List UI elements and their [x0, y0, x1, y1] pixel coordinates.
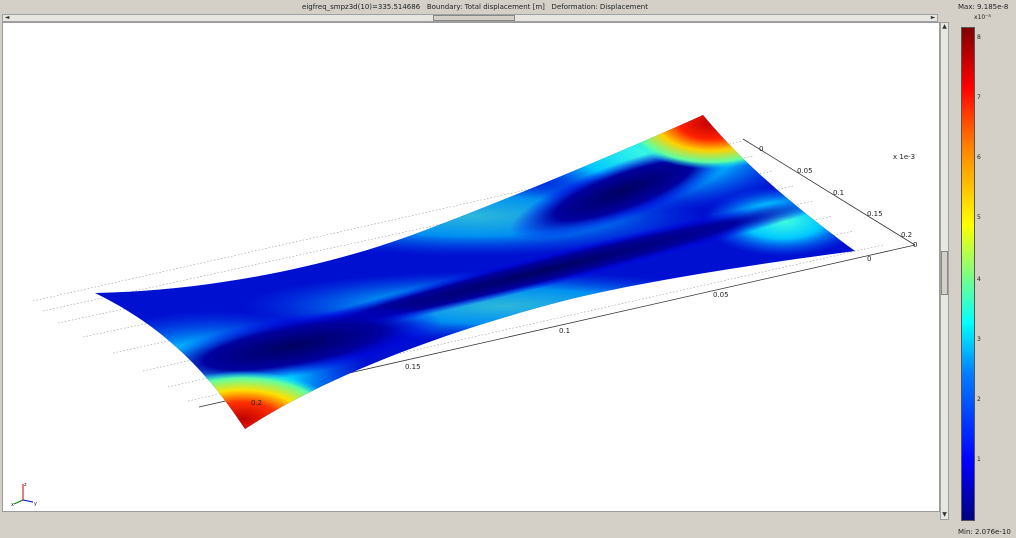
colorbar-max-label: Max: 9.185e-8 — [958, 3, 1009, 11]
y-tick-0.1: 0.1 — [833, 189, 844, 197]
vertical-scroll-thumb[interactable] — [941, 251, 948, 295]
scroll-left-icon[interactable]: ◄ — [3, 15, 11, 21]
triad-x-label: x — [11, 502, 14, 508]
colorbar-min-label: Min: 2.076e-10 — [958, 528, 1011, 536]
x-tick-0.05: 0.05 — [713, 291, 729, 299]
z-magnifier-label: x 1e-3 — [893, 153, 916, 161]
y-tick-0.15: 0.15 — [867, 210, 883, 218]
plot-title: eigfreq_smpz3d(10)=335.514686 Boundary: … — [0, 0, 950, 14]
x-tick-0.15: 0.15 — [405, 363, 421, 371]
colorbar-tick-5: 5 — [977, 214, 981, 221]
horizontal-scroll-thumb[interactable] — [433, 15, 515, 21]
triad-y-label: y — [34, 501, 37, 507]
colorbar-panel: Max: 9.185e-8 x10⁻⁸ 8 7 6 5 4 3 2 1 Min:… — [952, 0, 1016, 538]
colorbar-tick-3: 3 — [977, 336, 981, 343]
triad-z-label: z — [24, 482, 27, 488]
colorbar-tick-8: 8 — [977, 34, 981, 41]
z-tick-0: 0 — [913, 241, 917, 249]
x-tick-0.1: 0.1 — [559, 327, 570, 335]
scroll-right-icon[interactable]: ► — [929, 15, 937, 21]
graphics-canvas[interactable]: 0 0.05 0.1 0.15 0.2 0 0.05 0.1 0.15 0.2 … — [2, 22, 940, 512]
colorbar-tick-4: 4 — [977, 276, 981, 283]
y-tick-0.2: 0.2 — [901, 231, 912, 239]
vertical-scrollbar[interactable]: ▲ ▼ — [940, 22, 949, 520]
x-tick-0: 0 — [867, 255, 871, 263]
scroll-up-icon[interactable]: ▲ — [941, 23, 948, 31]
colorbar-tick-7: 7 — [977, 94, 981, 101]
colorbar-gradient — [961, 27, 975, 521]
x-tick-0.2: 0.2 — [251, 399, 262, 407]
deformed-surface — [95, 115, 855, 429]
colorbar-tick-6: 6 — [977, 154, 981, 161]
colorbar-exponent: x10⁻⁸ — [974, 14, 991, 21]
horizontal-scrollbar[interactable]: ◄ ► — [2, 14, 938, 22]
scroll-down-icon[interactable]: ▼ — [941, 511, 948, 519]
axis-triad: x y z — [11, 482, 37, 508]
3d-plot-svg: 0 0.05 0.1 0.15 0.2 0 0.05 0.1 0.15 0.2 … — [32, 115, 917, 429]
y-tick-0.05: 0.05 — [797, 167, 813, 175]
colorbar-tick-1: 1 — [977, 456, 981, 463]
colorbar-tick-2: 2 — [977, 396, 981, 403]
y-tick-0: 0 — [759, 145, 763, 153]
